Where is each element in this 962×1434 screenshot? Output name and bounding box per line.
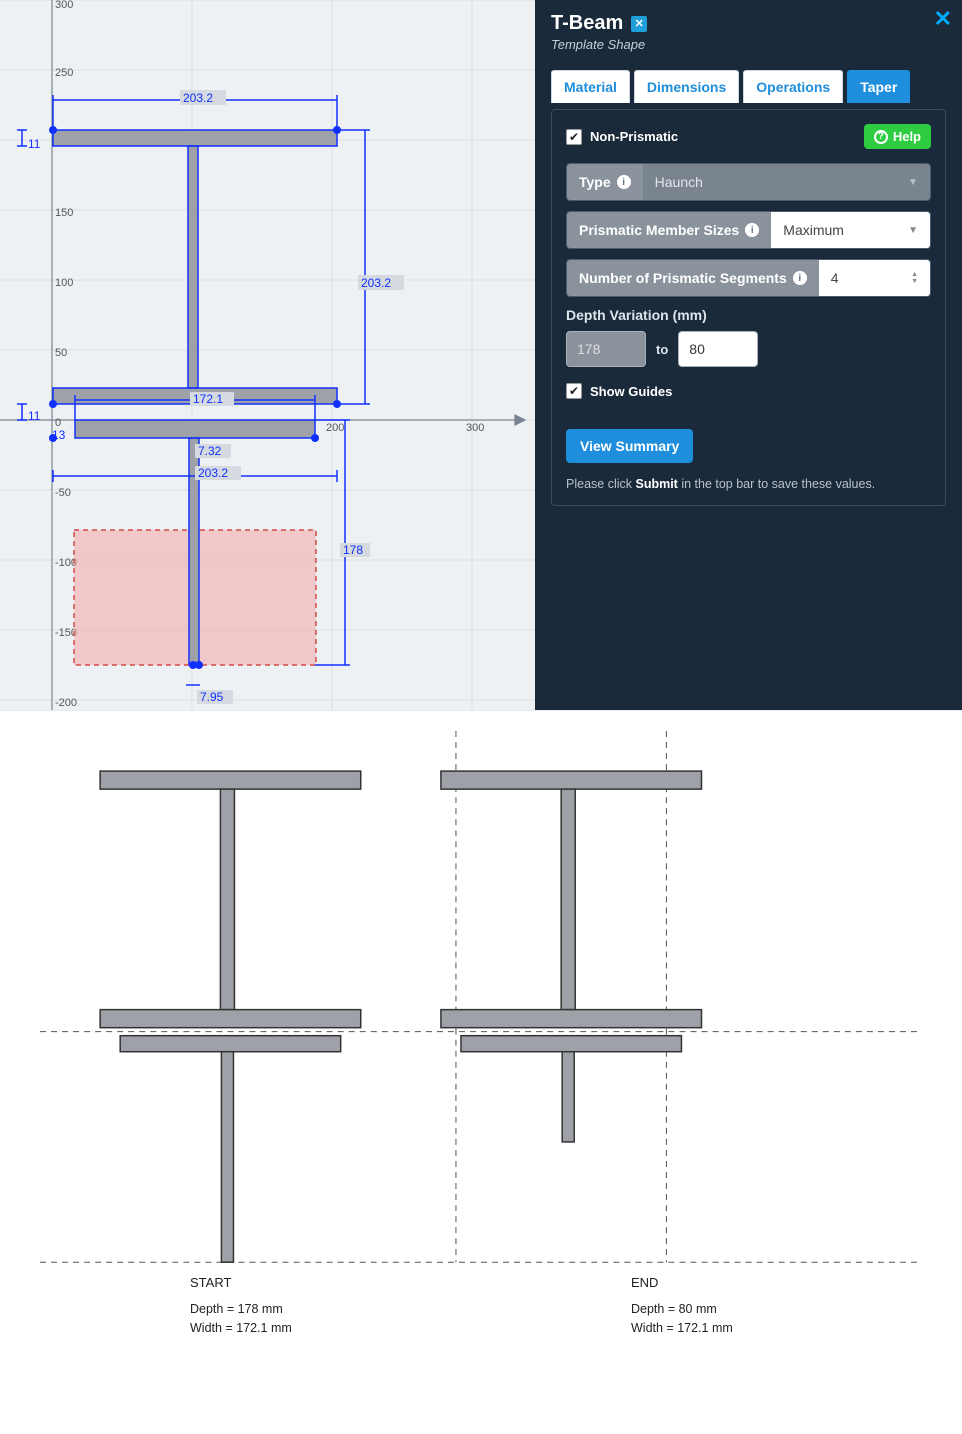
ytick: 300 [55,0,73,11]
non-prismatic-checkbox[interactable]: ✔ [566,129,582,145]
info-icon[interactable]: i [745,223,759,237]
pms-field: Prismatic Member Sizesi Maximum▼ [566,211,931,249]
ytick: -200 [55,697,77,709]
help-icon: ? [874,130,888,144]
close-icon[interactable]: ✕ [934,6,952,32]
start-title: START [190,1275,481,1290]
tab-operations[interactable]: Operations [743,70,843,103]
show-guides-checkbox[interactable]: ✔ [566,383,582,399]
tabs: Material Dimensions Operations Taper [551,70,946,103]
info-icon[interactable]: i [793,271,807,285]
start-width: Width = 172.1 mm [190,1319,481,1338]
panel-subtitle: Template Shape [551,37,946,52]
tab-taper[interactable]: Taper [847,70,910,103]
end-width: Width = 172.1 mm [631,1319,922,1338]
show-guides-label: Show Guides [590,384,672,399]
dim: 7.32 [198,444,222,458]
stepper-icon[interactable]: ▲▼ [911,271,918,285]
type-select[interactable]: Haunch▼ [643,164,930,200]
ytick: 100 [55,277,73,289]
taper-body: ✔ Non-Prismatic ? Help Typei Haunch▼ Pri… [551,109,946,506]
taper-preview: START Depth = 178 mm Width = 172.1 mm EN… [0,710,962,1378]
start-depth: Depth = 178 mm [190,1300,481,1319]
dim: 203.2 [361,276,391,290]
xtick: 300 [466,422,484,434]
section-panel: ✕ T-Beam ✕ Template Shape Material Dimen… [535,0,962,710]
non-prismatic-label: Non-Prismatic [590,129,678,144]
ytick: 250 [55,67,73,79]
nps-input[interactable]: 4 ▲▼ [819,260,930,296]
dim: 11 [28,137,41,151]
help-button[interactable]: ? Help [864,124,931,149]
dim: 203.2 [183,91,213,105]
ytick: 50 [55,347,67,359]
xtick: 200 [326,422,344,434]
dim: 11 [28,409,41,423]
depth-from-input: 178 [566,331,646,367]
dim: 13 [52,428,66,442]
tab-dimensions[interactable]: Dimensions [634,70,739,103]
to-label: to [656,342,668,357]
view-summary-button[interactable]: View Summary [566,429,693,463]
tab-material[interactable]: Material [551,70,630,103]
dim: 7.95 [200,690,224,704]
depth-to-input[interactable]: 80 [678,331,758,367]
depth-label: Depth Variation (mm) [566,307,931,323]
nps-field: Number of Prismatic Segmentsi 4 ▲▼ [566,259,931,297]
dim: 172.1 [193,392,223,406]
ytick: 150 [55,207,73,219]
ytick: -50 [55,487,71,499]
type-field: Typei Haunch▼ [566,163,931,201]
section-canvas[interactable]: 300 250 200 150 100 50 0 -50 -100 -150 -… [0,0,535,710]
dim: 203.2 [198,466,228,480]
chevron-down-icon: ▼ [908,177,918,188]
save-note: Please click Submit in the top bar to sa… [566,477,931,491]
dim: 178 [343,543,363,557]
end-depth: Depth = 80 mm [631,1300,922,1319]
panel-title: T-Beam ✕ [551,12,946,35]
chevron-down-icon: ▼ [908,225,918,236]
end-title: END [631,1275,922,1290]
clipboard-icon[interactable]: ✕ [631,16,647,32]
info-icon[interactable]: i [617,175,631,189]
pms-select[interactable]: Maximum▼ [771,212,930,248]
